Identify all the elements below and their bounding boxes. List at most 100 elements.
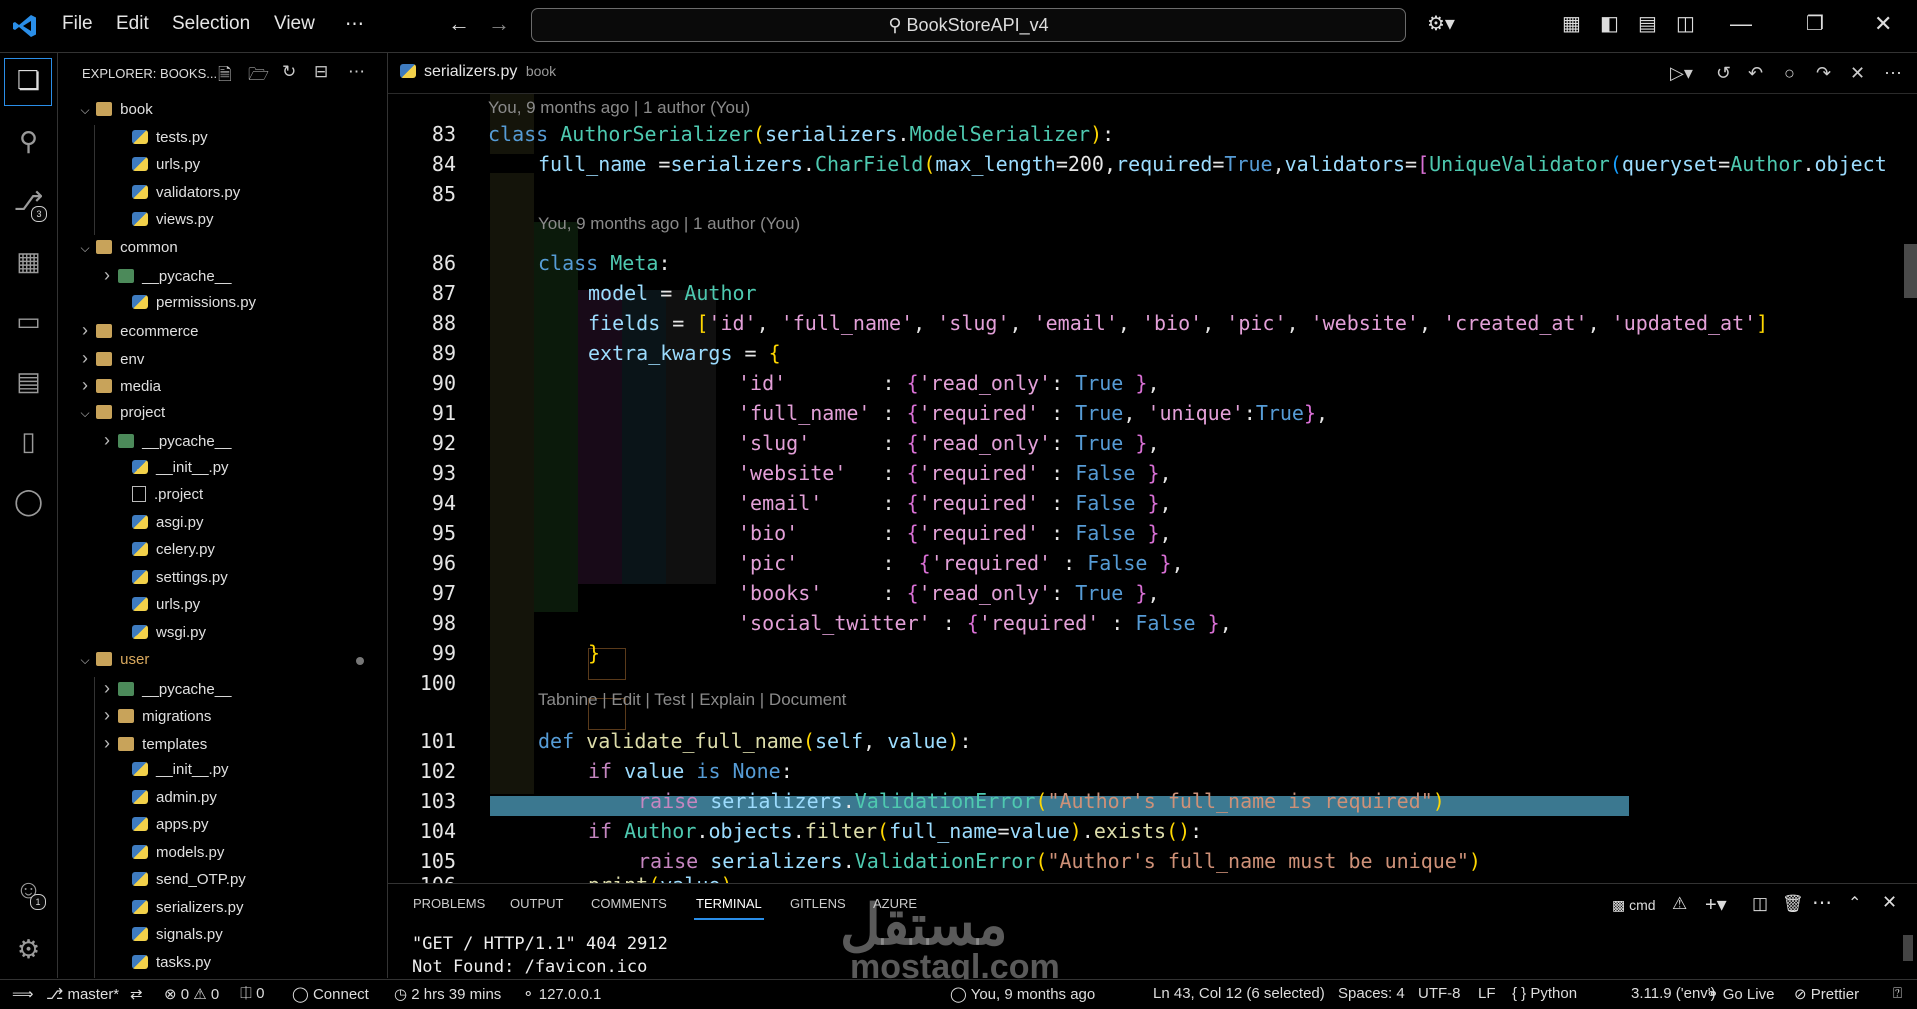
tree-item[interactable]: send_OTP.py xyxy=(100,867,246,893)
kill-terminal-icon[interactable]: 🗑 xyxy=(1782,894,1804,914)
tree-item[interactable]: wsgi.py xyxy=(100,620,206,646)
close-editor-icon[interactable]: ✕ xyxy=(1850,63,1865,84)
menu-selection[interactable]: Selection xyxy=(172,13,250,35)
tree-item[interactable]: › __pycache__ xyxy=(100,427,231,453)
blame-status[interactable]: ◯ You, 9 months ago xyxy=(950,985,1095,1003)
menu-view[interactable]: View xyxy=(274,13,315,35)
problems-status[interactable]: ⊗ 0 ⚠ 0 xyxy=(164,985,219,1003)
blame-annotation[interactable]: You, 9 months ago | 1 author (You) xyxy=(538,214,800,234)
restore-icon[interactable]: ❐ xyxy=(1806,14,1824,34)
tree-item[interactable]: celery.py xyxy=(100,537,215,563)
chevron-right-icon[interactable]: › xyxy=(100,702,114,728)
split-terminal-icon[interactable]: ◫ xyxy=(1752,894,1768,914)
tree-item[interactable]: serializers.py xyxy=(100,895,244,921)
tree-item[interactable]: urls.py xyxy=(100,152,200,178)
menu-file[interactable]: File xyxy=(62,13,93,35)
extensions-icon[interactable]: ▦ xyxy=(0,246,57,277)
terminal-shell-selector[interactable]: ▩ cmd xyxy=(1612,897,1656,914)
toggle-panel-icon[interactable]: ▤ xyxy=(1638,14,1657,34)
copilot-icon[interactable]: ⚙▾ xyxy=(1427,14,1455,34)
panel-tab-problems[interactable]: PROBLEMS xyxy=(413,896,485,911)
tree-item[interactable]: › __pycache__ xyxy=(100,262,231,288)
tree-item[interactable]: __init__.py xyxy=(100,757,229,783)
cursor-position[interactable]: Ln 43, Col 12 (6 selected) xyxy=(1153,985,1325,1002)
chevron-right-icon[interactable]: › xyxy=(100,675,114,701)
go-back-changes-icon[interactable]: ↶ xyxy=(1748,63,1763,84)
collapse-all-icon[interactable]: ⊟ xyxy=(314,62,328,82)
timeline-icon[interactable]: ↺ xyxy=(1716,63,1731,84)
codelens-actions[interactable]: Tabnine | Edit | Test | Explain | Docume… xyxy=(538,690,846,710)
forward-arrow-icon[interactable]: → xyxy=(488,13,510,35)
toggle-sidebar-icon[interactable]: ◧ xyxy=(1600,14,1619,34)
python-interpreter[interactable]: 3.11.9 ('env') xyxy=(1631,985,1716,1002)
tree-item[interactable]: permissions.py xyxy=(100,290,256,316)
new-file-icon[interactable]: 🗎 xyxy=(218,62,232,91)
tree-item[interactable]: urls.py xyxy=(100,592,200,618)
chevron-right-icon[interactable]: › xyxy=(78,317,92,343)
panel-tab-output[interactable]: OUTPUT xyxy=(510,896,563,911)
wakatime-status[interactable]: ◷ 2 hrs 39 mins xyxy=(394,985,501,1003)
database-icon[interactable]: ◯ xyxy=(0,486,57,517)
tree-item[interactable]: validators.py xyxy=(100,180,240,206)
chevron-down-icon[interactable]: ⌵ xyxy=(78,97,92,123)
blame-annotation[interactable]: You, 9 months ago | 1 author (You) xyxy=(488,98,750,118)
customize-layout-icon[interactable]: ▦ xyxy=(1562,14,1581,34)
settings-gear-icon[interactable]: ⚙ xyxy=(0,934,57,965)
warning-icon[interactable]: ⚠ xyxy=(1672,894,1687,914)
tree-item[interactable]: admin.py xyxy=(100,785,217,811)
command-center-search[interactable]: ⚲ BookStoreAPI_v4 xyxy=(531,8,1406,42)
close-window-icon[interactable]: ✕ xyxy=(1874,13,1892,35)
tree-item[interactable]: ⌵ common xyxy=(78,235,177,261)
tree-item[interactable]: views.py xyxy=(100,207,214,233)
ports-status[interactable]: ⎅ 0 xyxy=(240,985,265,1002)
search-view-icon[interactable]: ⚲ xyxy=(0,126,57,157)
source-control-icon[interactable]: ⎇ xyxy=(0,186,57,217)
menu-more[interactable]: ⋯ xyxy=(345,13,364,36)
tree-item[interactable]: .project xyxy=(100,482,203,508)
chevron-right-icon[interactable]: › xyxy=(78,372,92,398)
scrollbar-thumb[interactable] xyxy=(1904,244,1917,298)
chevron-down-icon[interactable]: ⌵ xyxy=(78,647,92,673)
chevron-right-icon[interactable]: › xyxy=(100,427,114,453)
tree-item[interactable]: › env xyxy=(78,345,144,371)
tree-item[interactable]: models.py xyxy=(100,840,224,866)
eol-status[interactable]: LF xyxy=(1478,985,1496,1002)
tree-item[interactable]: asgi.py xyxy=(100,510,204,536)
minimize-icon[interactable]: — xyxy=(1730,13,1752,35)
host-status[interactable]: ⚬ 127.0.0.1 xyxy=(522,985,601,1003)
tree-item[interactable]: __init__.py xyxy=(100,455,229,481)
refresh-icon[interactable]: ↻ xyxy=(282,62,296,82)
indentation-status[interactable]: Spaces: 4 xyxy=(1338,985,1405,1002)
tree-item[interactable]: signals.py xyxy=(100,922,223,948)
terminal-scrollbar[interactable] xyxy=(1903,935,1913,961)
compare-icon[interactable]: ○ xyxy=(1784,63,1795,84)
chevron-right-icon[interactable]: › xyxy=(100,262,114,288)
panel-tab-gitlens[interactable]: GITLENS xyxy=(790,896,846,911)
chevron-down-icon[interactable]: ⌵ xyxy=(78,400,92,426)
new-terminal-icon[interactable]: +▾ xyxy=(1705,892,1727,917)
next-change-icon[interactable]: ↷ xyxy=(1816,63,1831,84)
sync-icon[interactable]: ⇄ xyxy=(130,985,143,1003)
notifications-bell-icon[interactable]: ⍰ xyxy=(1893,985,1902,1002)
prettier-status[interactable]: ⊘ Prettier xyxy=(1794,985,1859,1003)
go-live-status[interactable]: ⚭ Go Live xyxy=(1706,985,1774,1003)
tree-item[interactable]: ⌵ user xyxy=(78,647,149,673)
run-icon[interactable]: ▷▾ xyxy=(1670,63,1693,84)
explorer-more-icon[interactable]: ⋯ xyxy=(348,62,365,82)
tree-item[interactable]: › __pycache__ xyxy=(100,675,231,701)
chevron-right-icon[interactable]: › xyxy=(100,730,114,756)
new-folder-icon[interactable]: 🗁 xyxy=(248,62,269,91)
chevron-right-icon[interactable]: › xyxy=(78,345,92,371)
tree-item[interactable]: ⌵ project xyxy=(78,400,165,426)
chevron-down-icon[interactable]: ⌵ xyxy=(78,235,92,261)
tree-item[interactable]: tasks.py xyxy=(100,950,211,976)
menu-edit[interactable]: Edit xyxy=(116,13,149,35)
editor-more-icon[interactable]: ⋯ xyxy=(1884,63,1902,84)
branch-status[interactable]: ⎇ master* xyxy=(46,985,119,1003)
toggle-secondary-sidebar-icon[interactable]: ◫ xyxy=(1676,14,1695,34)
tree-item[interactable]: › media xyxy=(78,372,161,398)
tree-item[interactable]: settings.py xyxy=(100,565,228,591)
panel-tab-comments[interactable]: COMMENTS xyxy=(591,896,667,911)
remote-explorer-icon[interactable]: ▭ xyxy=(0,306,57,337)
tree-item[interactable]: › migrations xyxy=(100,702,211,728)
